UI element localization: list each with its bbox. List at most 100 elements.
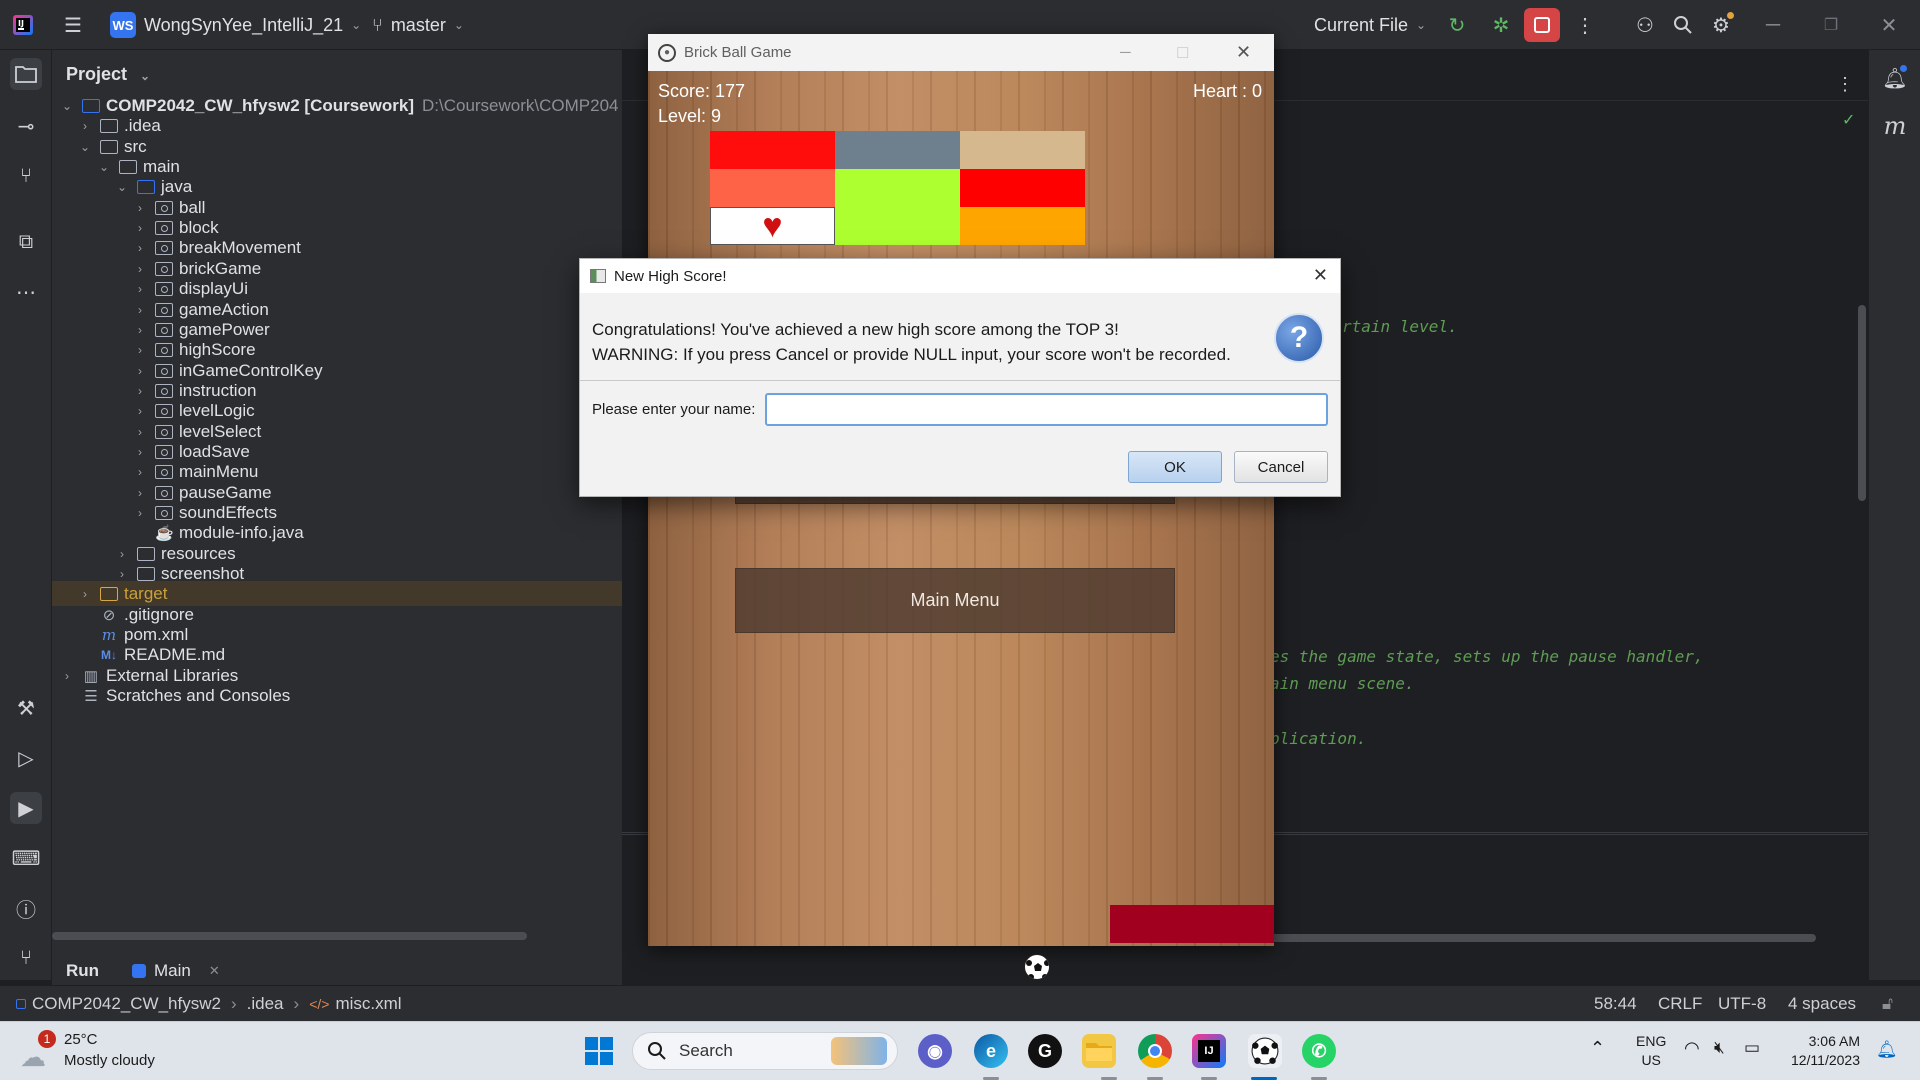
services-icon[interactable]: ▷	[10, 742, 42, 774]
chevron-right-icon[interactable]: ›	[78, 119, 92, 133]
chevron-right-icon[interactable]: ›	[133, 486, 147, 500]
breadcrumb-item[interactable]: .idea	[247, 994, 284, 1014]
close-icon[interactable]: ✕	[1236, 42, 1251, 63]
wifi-icon[interactable]: ◠	[1684, 1038, 1700, 1059]
editor-vertical-scrollbar[interactable]	[1858, 305, 1866, 501]
chevron-down-icon[interactable]: ⌄	[97, 160, 111, 174]
notifications-bell-icon[interactable]: 🔔︎	[1879, 62, 1911, 94]
chevron-right-icon[interactable]: ›	[115, 567, 129, 581]
maven-icon[interactable]: m	[1879, 110, 1911, 142]
project-panel-header[interactable]: Project ⌄	[66, 64, 150, 85]
add-user-icon[interactable]: ⚇	[1632, 12, 1658, 38]
chevron-right-icon[interactable]: ›	[133, 201, 147, 215]
close-icon[interactable]: ✕	[1313, 265, 1328, 286]
intellij-taskbar-icon[interactable]: IJ	[1192, 1034, 1226, 1068]
chevron-right-icon[interactable]: ›	[133, 303, 147, 317]
line-separator[interactable]: CRLF	[1658, 986, 1702, 1022]
name-input[interactable]	[765, 393, 1328, 426]
chevron-right-icon[interactable]: ›	[133, 465, 147, 479]
run-config-selector[interactable]: Current File ⌄	[1314, 0, 1426, 50]
breadcrumb-item[interactable]: COMP2042_CW_hfysw2	[32, 994, 221, 1014]
chevron-right-icon[interactable]: ›	[133, 506, 147, 520]
chevron-right-icon[interactable]: ›	[133, 404, 147, 418]
problems-icon[interactable]: ⓘ	[10, 892, 42, 924]
inspection-ok-icon[interactable]: ✓	[1842, 110, 1855, 130]
taskbar-search-box[interactable]: Search	[632, 1032, 898, 1070]
editor-more-icon[interactable]: ⋮	[1836, 74, 1854, 95]
weather-widget[interactable]: ☁ 1	[20, 1030, 56, 1072]
ok-button[interactable]: OK	[1128, 451, 1222, 483]
more-tools-icon[interactable]: ⋯	[10, 276, 42, 308]
github-desktop-icon[interactable]: G	[1028, 1034, 1062, 1068]
chevron-right-icon[interactable]: ›	[133, 343, 147, 357]
minimize-icon[interactable]: ─	[1760, 12, 1786, 38]
horizontal-scrollbar[interactable]	[52, 932, 527, 940]
file-explorer-icon[interactable]	[1082, 1034, 1116, 1068]
main-menu-icon[interactable]: ☰	[60, 12, 86, 38]
rerun-icon[interactable]: ↻	[1444, 12, 1470, 38]
chevron-down-icon[interactable]: ⌄	[78, 140, 92, 154]
brick-game-taskbar-icon[interactable]	[1248, 1034, 1282, 1068]
run-tab-main[interactable]: Main ✕	[132, 955, 220, 987]
chevron-right-icon[interactable]: ›	[133, 445, 147, 459]
main-menu-button[interactable]: Main Menu	[735, 568, 1175, 633]
chevron-right-icon[interactable]: ›	[133, 282, 147, 296]
project-selector[interactable]: WS WongSynYee_IntelliJ_21 ⌄	[110, 0, 361, 50]
maximize-icon[interactable]: ☐	[1176, 44, 1189, 62]
breadcrumb-item[interactable]: misc.xml	[335, 994, 401, 1014]
commit-icon[interactable]: ⊸	[10, 110, 42, 142]
windows-taskbar: ☁ 1 25°C Mostly cloudy Search ◉ e G IJ ✆…	[0, 1021, 1920, 1080]
teams-chat-icon[interactable]: ◉	[918, 1034, 952, 1068]
chevron-right-icon[interactable]: ›	[133, 364, 147, 378]
debug-icon[interactable]: ✲	[1488, 12, 1514, 38]
chevron-right-icon[interactable]: ›	[78, 587, 92, 601]
close-tab-icon[interactable]: ✕	[209, 963, 220, 979]
file-encoding[interactable]: UTF-8	[1718, 986, 1766, 1022]
terminal-icon[interactable]: ⌨	[10, 842, 42, 874]
settings-gear-icon[interactable]: ⚙	[1708, 12, 1734, 38]
chevron-right-icon[interactable]: ›	[115, 547, 129, 561]
build-hammer-icon[interactable]: ⚒	[10, 692, 42, 724]
chevron-right-icon[interactable]: ›	[133, 262, 147, 276]
more-actions-icon[interactable]: ⋮	[1572, 12, 1598, 38]
chevron-up-icon[interactable]: ⌃	[1590, 1038, 1605, 1059]
clock[interactable]: 3:06 AM 12/11/2023	[1780, 1032, 1860, 1070]
git-icon[interactable]: ⑂	[10, 942, 42, 974]
chevron-right-icon[interactable]: ›	[133, 384, 147, 398]
language-indicator[interactable]: ENG US	[1636, 1032, 1666, 1070]
stop-button[interactable]	[1524, 8, 1560, 42]
indent-setting[interactable]: 4 spaces	[1788, 986, 1856, 1022]
tree-item[interactable]: ☰ Scratches and Consoles	[52, 683, 622, 708]
branch-selector[interactable]: ⑂ master ⌄	[372, 0, 464, 50]
intellij-logo-icon[interactable]: IJ	[10, 12, 36, 38]
heart-icon: ♥	[762, 206, 783, 245]
chevron-right-icon[interactable]: ›	[133, 425, 147, 439]
chevron-right-icon[interactable]: ›	[133, 323, 147, 337]
battery-icon[interactable]: ▭	[1744, 1038, 1760, 1058]
breadcrumb-separator-icon: ›	[230, 994, 237, 1013]
chevron-right-icon[interactable]: ›	[133, 221, 147, 235]
whatsapp-icon[interactable]: ✆	[1302, 1034, 1336, 1068]
close-icon[interactable]: ✕	[1876, 12, 1902, 38]
pull-requests-icon[interactable]: ⑂	[10, 160, 42, 192]
chevron-down-icon[interactable]: ⌄	[115, 180, 129, 194]
structure-icon[interactable]: ⧉	[10, 226, 42, 258]
chevron-right-icon[interactable]: ›	[60, 669, 74, 683]
tree-item-label: README.md	[124, 644, 226, 664]
windows-start-icon[interactable]	[582, 1034, 616, 1068]
minimize-icon[interactable]: ─	[1120, 44, 1131, 61]
edge-browser-icon[interactable]: e	[974, 1034, 1008, 1068]
chrome-browser-icon[interactable]	[1138, 1034, 1172, 1068]
search-icon[interactable]	[1670, 12, 1696, 38]
muted-speaker-icon[interactable]: 🔇︎	[1714, 1038, 1725, 1058]
chevron-down-icon[interactable]: ⌄	[60, 99, 74, 113]
run-tool-icon[interactable]: ▶	[10, 792, 42, 824]
read-only-lock-icon[interactable]: 🔓︎	[1882, 986, 1893, 1022]
restore-icon[interactable]: ❐	[1818, 12, 1844, 38]
notification-bell-icon[interactable]: 🔔︎	[1876, 1040, 1898, 1060]
game-play-area[interactable]: Score: 177 Level: 9 Heart : 0 ♥ Main Men…	[648, 71, 1274, 980]
caret-position[interactable]: 58:44	[1594, 986, 1637, 1022]
cancel-button[interactable]: Cancel	[1234, 451, 1328, 483]
chevron-right-icon[interactable]: ›	[133, 241, 147, 255]
project-folder-icon[interactable]	[10, 58, 42, 90]
